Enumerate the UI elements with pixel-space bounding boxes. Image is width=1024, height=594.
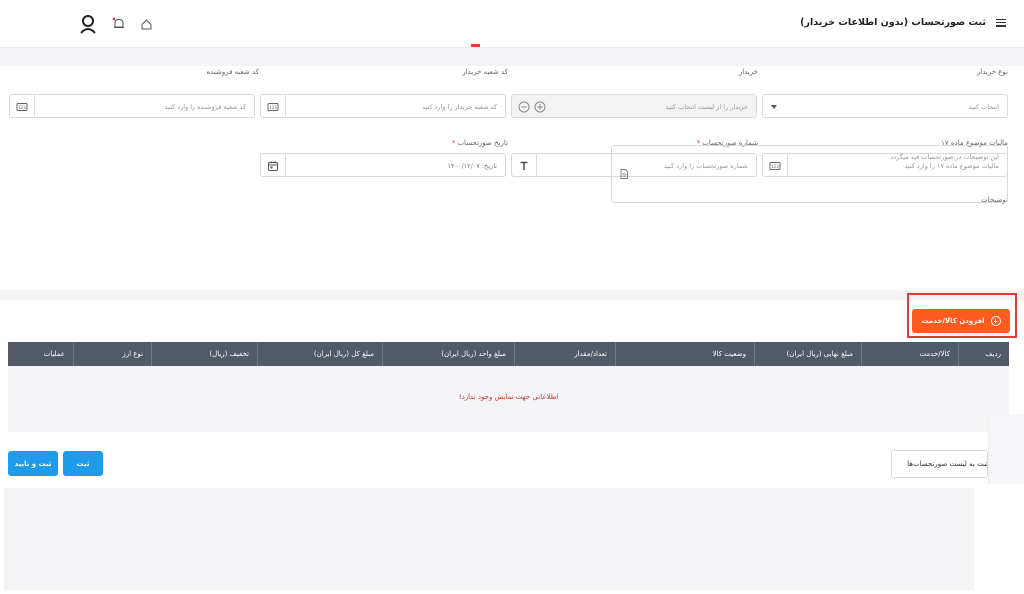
buyer-type-label: نوع خریدار bbox=[976, 68, 1008, 76]
header-title-area: ثبت صورتحساب (بدون اطلاعات خریدار) bbox=[800, 17, 1006, 28]
section-spacer bbox=[0, 290, 1024, 300]
svg-text:123: 123 bbox=[18, 105, 26, 110]
column-header[interactable]: مبلغ واحد (ریال ایران) bbox=[382, 342, 514, 366]
document-icon bbox=[618, 168, 630, 182]
field-separator bbox=[285, 95, 286, 117]
column-header[interactable]: وضعیت کالا bbox=[615, 342, 754, 366]
active-indicator bbox=[471, 44, 480, 47]
column-header[interactable]: مبلغ کل (ریال ایران) bbox=[257, 342, 382, 366]
column-header[interactable]: ردیف bbox=[958, 342, 1009, 366]
items-table-header: ردیف کالا/خدمت مبلغ نهایی (ریال ایران) و… bbox=[8, 342, 1009, 366]
empty-table-message: اطلاعاتی جهت نمایش وجود ندارد! bbox=[458, 393, 559, 401]
page-title: ثبت صورتحساب (بدون اطلاعات خریدار) bbox=[800, 17, 986, 28]
items-table-body: اطلاعاتی جهت نمایش وجود ندارد! bbox=[8, 366, 1009, 432]
buyer-branch-code-label: کد شعبه خریدار bbox=[462, 68, 508, 76]
back-to-list-button[interactable]: بازگشت به لیست صورتحساب‌ها bbox=[891, 450, 988, 478]
bell-icon[interactable] bbox=[112, 17, 126, 33]
buyer-branch-code-input[interactable]: کد شعبه خریدار را وارد کنید 123 bbox=[260, 94, 506, 118]
buyer-type-placeholder: انتخاب کنید bbox=[968, 103, 999, 111]
buyer-label: خریدار bbox=[738, 68, 758, 76]
invoice-date-value: تاریخ: ۱۴۰۰/۱۲/۰۷ bbox=[447, 162, 497, 170]
top-header: ثبت صورتحساب (بدون اطلاعات خریدار) bbox=[0, 0, 1024, 48]
section-spacer bbox=[0, 48, 1024, 66]
menu-icon[interactable] bbox=[996, 18, 1006, 27]
add-item-button-label: افزودن کالا/خدمت bbox=[921, 317, 985, 325]
column-header[interactable]: نوع ارز bbox=[73, 342, 151, 366]
side-panel-edge bbox=[988, 414, 1024, 484]
column-header[interactable]: عملیات bbox=[8, 342, 73, 366]
field-separator bbox=[536, 154, 537, 176]
add-circle-icon[interactable] bbox=[534, 101, 546, 113]
buyer-type-select[interactable]: انتخاب کنید bbox=[762, 94, 1008, 118]
remove-circle-icon[interactable] bbox=[518, 101, 530, 113]
save-and-confirm-button[interactable]: ثبت و تایید bbox=[8, 451, 58, 476]
add-item-button[interactable]: افزودن کالا/خدمت bbox=[912, 309, 1010, 333]
user-icon[interactable] bbox=[78, 14, 98, 36]
description-placeholder: این توضیحات در صورتحساب قید میگردد bbox=[890, 153, 999, 161]
text-icon bbox=[518, 160, 530, 172]
save-button[interactable]: ثبت bbox=[63, 451, 103, 476]
buyer-select[interactable]: خریدار را از لیست انتخاب کنید bbox=[511, 94, 757, 118]
home-icon[interactable] bbox=[140, 18, 153, 33]
invoice-date-label-text: تاریخ صورتحساب bbox=[457, 139, 508, 147]
chevron-down-icon bbox=[771, 105, 777, 109]
column-header[interactable]: مبلغ نهایی (ریال ایران) bbox=[754, 342, 861, 366]
seller-branch-code-placeholder: کد شعبه فروشنده را وارد کنید bbox=[164, 103, 246, 111]
buyer-placeholder: خریدار را از لیست انتخاب کنید bbox=[665, 103, 748, 111]
column-header[interactable]: تعداد/مقدار bbox=[514, 342, 615, 366]
field-separator bbox=[285, 154, 286, 176]
seller-branch-code-input[interactable]: کد شعبه فروشنده را وارد کنید 123 bbox=[9, 94, 255, 118]
numeric-icon: 123 bbox=[267, 101, 279, 113]
buyer-branch-code-placeholder: کد شعبه خریدار را وارد کنید bbox=[422, 103, 497, 111]
svg-text:123: 123 bbox=[269, 105, 277, 110]
column-header[interactable]: کالا/خدمت bbox=[861, 342, 958, 366]
seller-branch-code-label: کد شعبه فروشنده bbox=[206, 68, 259, 76]
field-separator bbox=[34, 95, 35, 117]
add-circle-icon bbox=[990, 316, 1001, 326]
footer-area bbox=[4, 488, 974, 590]
header-icon-group bbox=[78, 14, 153, 36]
back-to-list-label: بازگشت به لیست صورتحساب‌ها bbox=[907, 460, 987, 468]
invoice-date-label: تاریخ صورتحساب * bbox=[452, 139, 508, 147]
column-header[interactable]: تخفیف (ریال) bbox=[151, 342, 257, 366]
required-star: * bbox=[451, 139, 456, 147]
invoice-date-input[interactable]: تاریخ: ۱۴۰۰/۱۲/۰۷ bbox=[260, 153, 506, 177]
calendar-icon[interactable] bbox=[267, 160, 279, 172]
description-textarea[interactable]: این توضیحات در صورتحساب قید میگردد bbox=[611, 145, 1008, 203]
numeric-icon: 123 bbox=[16, 101, 28, 113]
